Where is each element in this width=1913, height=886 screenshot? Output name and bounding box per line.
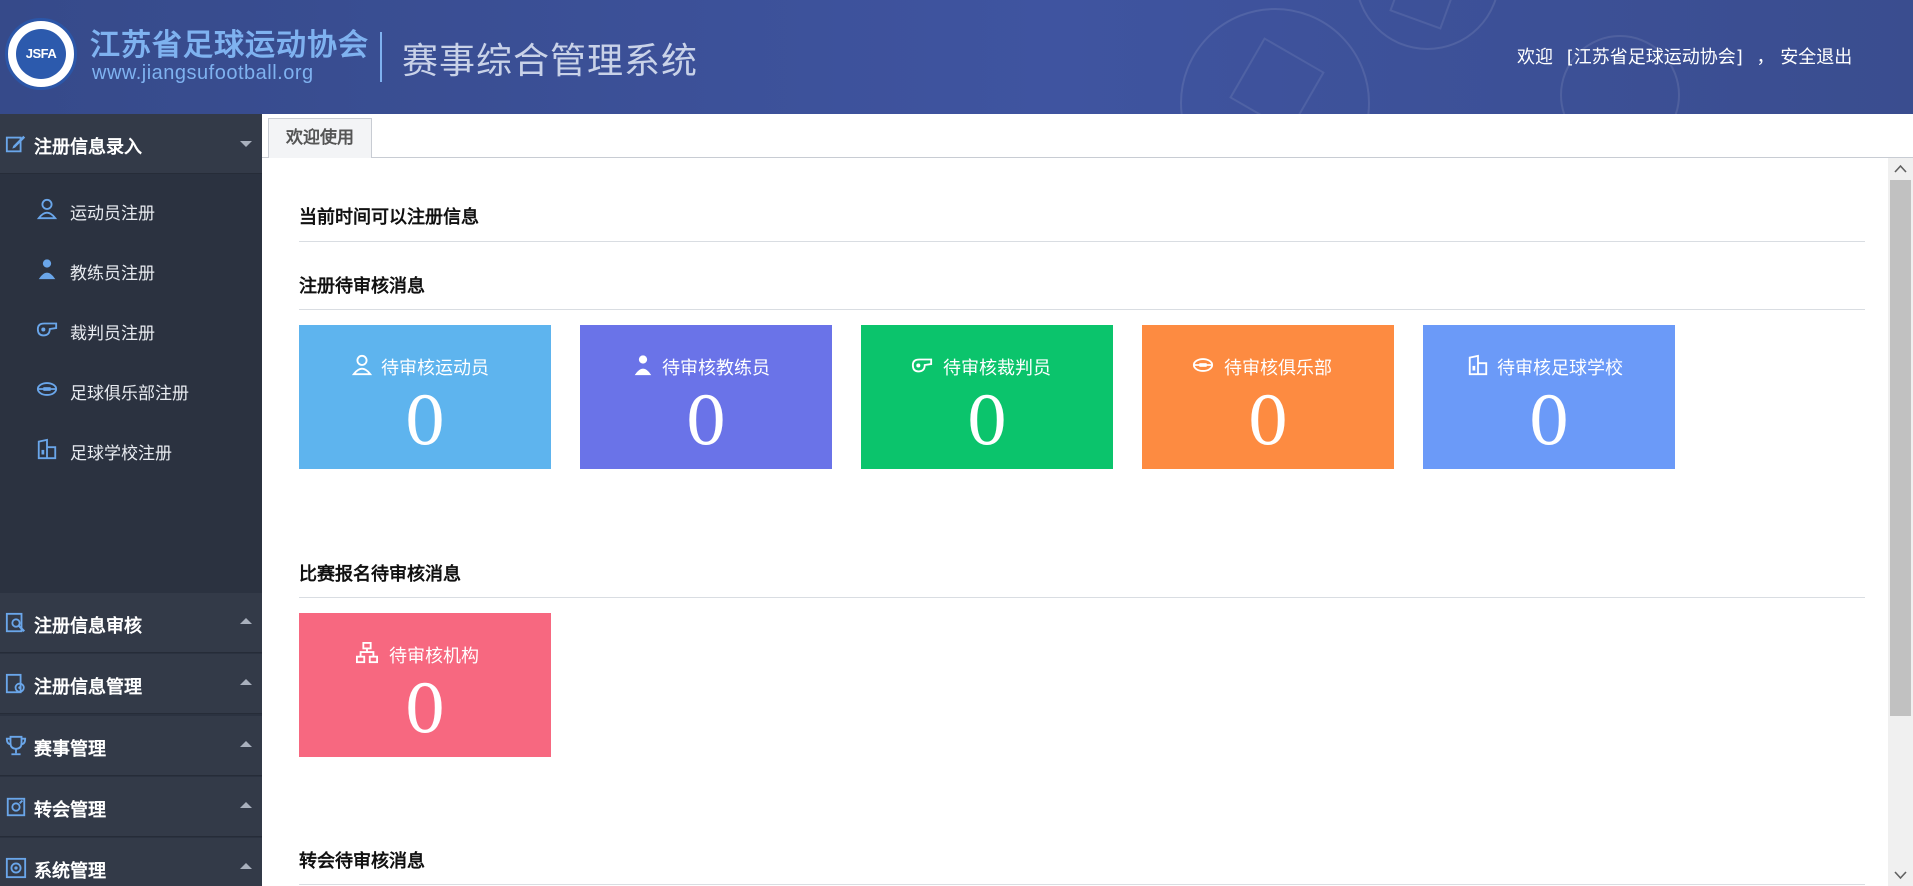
trophy-icon — [5, 735, 27, 756]
sidebar-item-coach-registration[interactable]: 教练员注册 — [0, 244, 262, 294]
card-count: 0 — [404, 671, 446, 748]
search-doc-icon — [5, 612, 26, 633]
card-count: 0 — [685, 383, 727, 460]
logo-text: JSFA — [16, 29, 66, 79]
chevron-up-icon — [240, 679, 252, 685]
sidebar-item-club-registration[interactable]: 足球俱乐部注册 — [0, 364, 262, 414]
pending-registration-title: 注册待审核消息 — [299, 276, 425, 297]
chevron-up-icon — [240, 863, 252, 869]
registration-time-title: 当前时间可以注册信息 — [299, 207, 479, 228]
nav-group-label: 注册信息审核 — [34, 616, 142, 637]
sidebar-item-label: 运动员注册 — [70, 204, 155, 224]
card-count: 0 — [966, 383, 1008, 460]
system-title: 赛事综合管理系统 — [402, 41, 699, 82]
card-label: 待审核机构 — [389, 646, 479, 667]
club-icon — [36, 382, 58, 396]
title-divider — [380, 32, 382, 82]
section-divider — [299, 241, 1865, 242]
main-content: 当前时间可以注册信息 注册待审核消息 待审核运动员 0 待审核教练员 0 待审核… — [262, 158, 1888, 886]
coach-icon — [634, 355, 652, 376]
pending-organizations-card[interactable]: 待审核机构 0 — [299, 613, 551, 757]
pending-coaches-card[interactable]: 待审核教练员 0 — [580, 325, 832, 469]
pending-transfer-title: 转会待审核消息 — [299, 851, 425, 872]
sidebar-item-label: 裁判员注册 — [70, 324, 155, 344]
tab-welcome[interactable]: 欢迎使用 — [268, 118, 372, 159]
chevron-down-icon — [240, 141, 252, 147]
nav-group-transfer-management[interactable]: 转会管理 — [0, 777, 262, 837]
coach-icon — [38, 259, 56, 280]
chevron-up-icon — [240, 741, 252, 747]
pending-clubs-card[interactable]: 待审核俱乐部 0 — [1142, 325, 1394, 469]
tab-bar: 欢迎使用 — [262, 114, 1913, 159]
edit-icon — [5, 135, 26, 153]
logout-link[interactable]: 安全退出 — [1780, 47, 1852, 68]
scrollbar-thumb[interactable] — [1890, 180, 1911, 716]
section-divider — [299, 597, 1865, 598]
card-label: 待审核足球学校 — [1497, 358, 1623, 379]
gear-icon — [5, 857, 27, 879]
nav-group-match-management[interactable]: 赛事管理 — [0, 716, 262, 776]
club-icon — [1192, 358, 1214, 372]
sub-menu: 运动员注册 教练员注册 裁判员注册 足球俱乐部注册 足球学校注册 — [0, 174, 262, 596]
nav-group-system-management[interactable]: 系统管理 — [0, 838, 262, 886]
doc-gear-icon — [5, 673, 25, 694]
user-bar: 欢迎 [江苏省足球运动协会] ， 安全退出 — [1517, 43, 1852, 69]
sidebar-item-athlete-registration[interactable]: 运动员注册 — [0, 184, 262, 234]
pending-schools-card[interactable]: 待审核足球学校 0 — [1423, 325, 1675, 469]
card-count: 0 — [1247, 383, 1289, 460]
pending-match-title: 比赛报名待审核消息 — [299, 564, 461, 585]
content-scrollbar[interactable] — [1888, 158, 1913, 886]
section-divider — [299, 884, 1865, 885]
org-url: www.jiangsufootball.org — [92, 62, 314, 84]
football-decoration — [1355, 0, 1500, 50]
jsfa-logo: JSFA — [5, 18, 77, 90]
sidebar-item-label: 足球学校注册 — [70, 444, 172, 464]
pending-referees-card[interactable]: 待审核裁判员 0 — [861, 325, 1113, 469]
org-chart-icon — [356, 642, 378, 664]
card-label: 待审核教练员 — [662, 358, 770, 379]
nav-group-registration-review[interactable]: 注册信息审核 — [0, 593, 262, 653]
sidebar-item-label: 教练员注册 — [70, 264, 155, 284]
welcome-text: 欢迎 — [1517, 47, 1553, 68]
transfer-icon — [6, 797, 26, 817]
school-icon — [37, 438, 57, 460]
sidebar-item-referee-registration[interactable]: 裁判员注册 — [0, 304, 262, 354]
whistle-icon — [911, 358, 933, 373]
separator: ， — [1756, 47, 1775, 68]
pending-athletes-card[interactable]: 待审核运动员 0 — [299, 325, 551, 469]
card-label: 待审核俱乐部 — [1224, 358, 1332, 379]
scroll-up-icon[interactable] — [1888, 158, 1913, 180]
nav-group-registration-entry[interactable]: 注册信息录入 — [0, 114, 262, 174]
current-user: [江苏省足球运动协会] — [1566, 47, 1743, 68]
sidebar-item-school-registration[interactable]: 足球学校注册 — [0, 424, 262, 474]
sidebar: 注册信息录入 运动员注册 教练员注册 裁判员注册 足球俱乐部注册 足球学校注册 … — [0, 114, 262, 886]
nav-group-label: 系统管理 — [34, 861, 106, 882]
school-icon — [1468, 354, 1488, 376]
nav-group-label: 注册信息管理 — [34, 677, 142, 698]
athlete-icon — [36, 198, 58, 220]
sidebar-item-label: 足球俱乐部注册 — [70, 384, 189, 404]
nav-group-label: 转会管理 — [34, 800, 106, 821]
org-name: 江苏省足球运动协会 — [90, 28, 369, 63]
whistle-icon — [36, 322, 58, 337]
card-label: 待审核运动员 — [381, 358, 489, 379]
card-count: 0 — [1528, 383, 1570, 460]
chevron-up-icon — [240, 618, 252, 624]
nav-group-registration-management[interactable]: 注册信息管理 — [0, 654, 262, 714]
nav-group-label: 赛事管理 — [34, 739, 106, 760]
section-divider — [299, 309, 1865, 310]
football-decoration — [1180, 8, 1370, 114]
top-header: JSFA 江苏省足球运动协会 www.jiangsufootball.org 赛… — [0, 0, 1913, 114]
card-label: 待审核裁判员 — [943, 358, 1051, 379]
athlete-icon — [351, 354, 373, 376]
nav-group-label: 注册信息录入 — [34, 137, 142, 158]
scroll-down-icon[interactable] — [1888, 864, 1913, 886]
card-count: 0 — [404, 383, 446, 460]
chevron-up-icon — [240, 802, 252, 808]
